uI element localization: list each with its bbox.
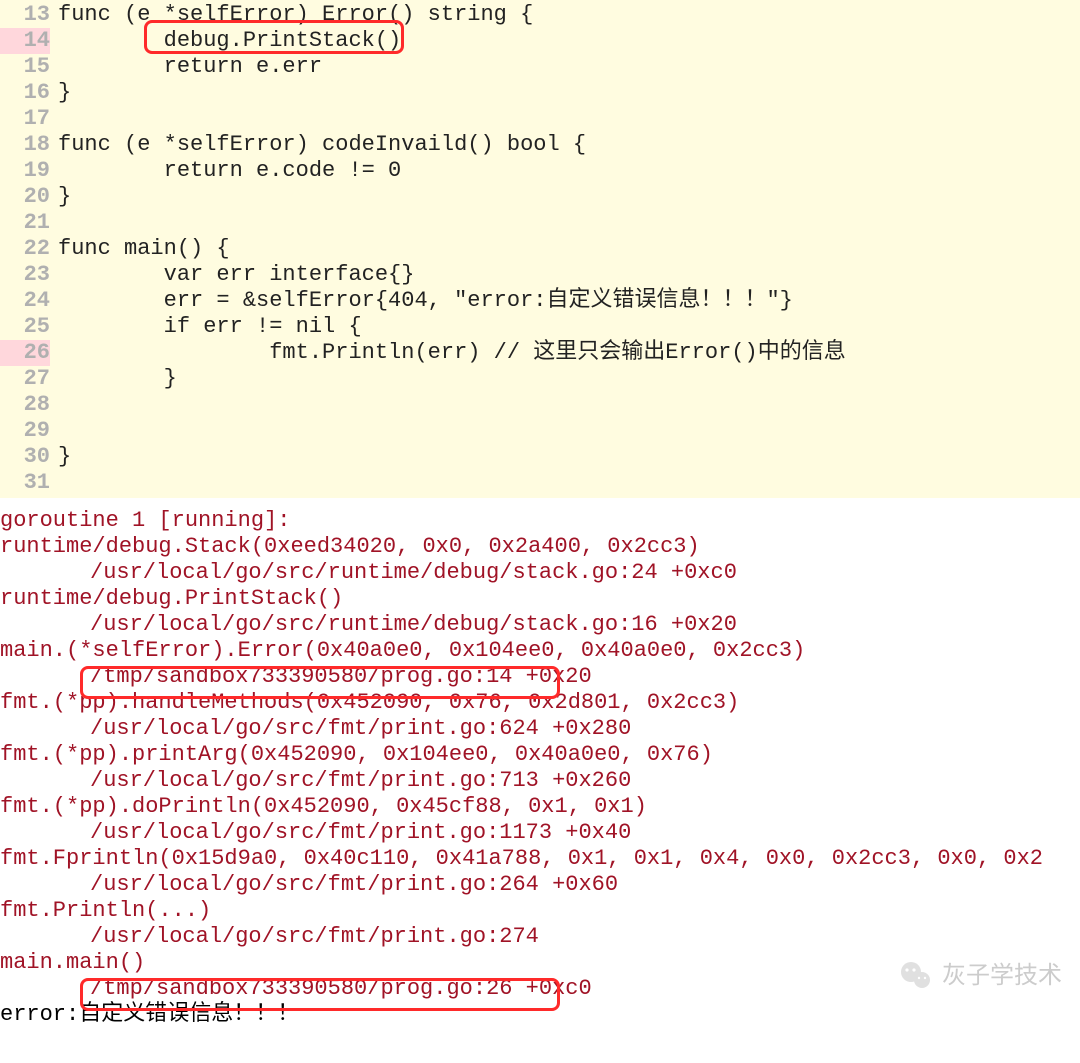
line-number: 25 bbox=[0, 314, 50, 340]
code-line: func (e *selfError) codeInvaild() bool { bbox=[58, 132, 1080, 158]
code-line: } bbox=[58, 80, 1080, 106]
watermark: 灰子学技术 bbox=[898, 958, 1062, 994]
line-number: 17 bbox=[0, 106, 50, 132]
line-number: 14 bbox=[0, 28, 50, 54]
code-line bbox=[58, 470, 1080, 496]
wechat-icon bbox=[898, 958, 934, 994]
output-line: /tmp/sandbox733390580/prog.go:14 +0x20 bbox=[0, 664, 1080, 690]
output-line: error:自定义错误信息！！！ bbox=[0, 1002, 1080, 1028]
line-number: 26 bbox=[0, 340, 50, 366]
code-line: func (e *selfError) Error() string { bbox=[58, 2, 1080, 28]
output-line: fmt.(*pp).doPrintln(0x452090, 0x45cf88, … bbox=[0, 794, 1080, 820]
watermark-text: 灰子学技术 bbox=[942, 963, 1062, 989]
code-line: } bbox=[58, 366, 1080, 392]
code-line: fmt.Println(err) // 这里只会输出Error()中的信息 bbox=[58, 340, 1080, 366]
code-line: err = &selfError{404, "error:自定义错误信息！！！"… bbox=[58, 288, 1080, 314]
line-number: 21 bbox=[0, 210, 50, 236]
line-number: 28 bbox=[0, 392, 50, 418]
output-line: goroutine 1 [running]: bbox=[0, 508, 1080, 534]
output-line: runtime/debug.Stack(0xeed34020, 0x0, 0x2… bbox=[0, 534, 1080, 560]
code-line: debug.PrintStack() bbox=[58, 28, 1080, 54]
line-number: 24 bbox=[0, 288, 50, 314]
line-number: 15 bbox=[0, 54, 50, 80]
output-line: /usr/local/go/src/fmt/print.go:274 bbox=[0, 924, 1080, 950]
code-line: func main() { bbox=[58, 236, 1080, 262]
console-output: goroutine 1 [running]:runtime/debug.Stac… bbox=[0, 498, 1080, 1044]
code-line bbox=[58, 106, 1080, 132]
code-line: return e.err bbox=[58, 54, 1080, 80]
code-line: var err interface{} bbox=[58, 262, 1080, 288]
line-number: 13 bbox=[0, 2, 50, 28]
output-line: /usr/local/go/src/fmt/print.go:713 +0x26… bbox=[0, 768, 1080, 794]
line-number: 23 bbox=[0, 262, 50, 288]
line-number: 30 bbox=[0, 444, 50, 470]
output-line: main.(*selfError).Error(0x40a0e0, 0x104e… bbox=[0, 638, 1080, 664]
output-line: /usr/local/go/src/runtime/debug/stack.go… bbox=[0, 612, 1080, 638]
output-line: fmt.Println(...) bbox=[0, 898, 1080, 924]
code-editor: 13141516171819202122232425262728293031 f… bbox=[0, 0, 1080, 498]
output-line: /usr/local/go/src/fmt/print.go:264 +0x60 bbox=[0, 872, 1080, 898]
output-line: /usr/local/go/src/runtime/debug/stack.go… bbox=[0, 560, 1080, 586]
line-number: 22 bbox=[0, 236, 50, 262]
line-number: 16 bbox=[0, 80, 50, 106]
line-number: 29 bbox=[0, 418, 50, 444]
line-number: 31 bbox=[0, 470, 50, 496]
line-number: 18 bbox=[0, 132, 50, 158]
code-area: func (e *selfError) Error() string { deb… bbox=[58, 2, 1080, 496]
line-number-gutter: 13141516171819202122232425262728293031 bbox=[0, 2, 58, 496]
output-line: fmt.Fprintln(0x15d9a0, 0x40c110, 0x41a78… bbox=[0, 846, 1080, 872]
code-line: } bbox=[58, 184, 1080, 210]
code-line bbox=[58, 418, 1080, 444]
code-line: return e.code != 0 bbox=[58, 158, 1080, 184]
line-number: 19 bbox=[0, 158, 50, 184]
output-line: /usr/local/go/src/fmt/print.go:624 +0x28… bbox=[0, 716, 1080, 742]
line-number: 20 bbox=[0, 184, 50, 210]
output-line: fmt.(*pp).handleMethods(0x452090, 0x76, … bbox=[0, 690, 1080, 716]
code-line: } bbox=[58, 444, 1080, 470]
output-line: runtime/debug.PrintStack() bbox=[0, 586, 1080, 612]
line-number: 27 bbox=[0, 366, 50, 392]
output-line: /usr/local/go/src/fmt/print.go:1173 +0x4… bbox=[0, 820, 1080, 846]
output-line: fmt.(*pp).printArg(0x452090, 0x104ee0, 0… bbox=[0, 742, 1080, 768]
code-line: if err != nil { bbox=[58, 314, 1080, 340]
code-line bbox=[58, 210, 1080, 236]
code-line bbox=[58, 392, 1080, 418]
